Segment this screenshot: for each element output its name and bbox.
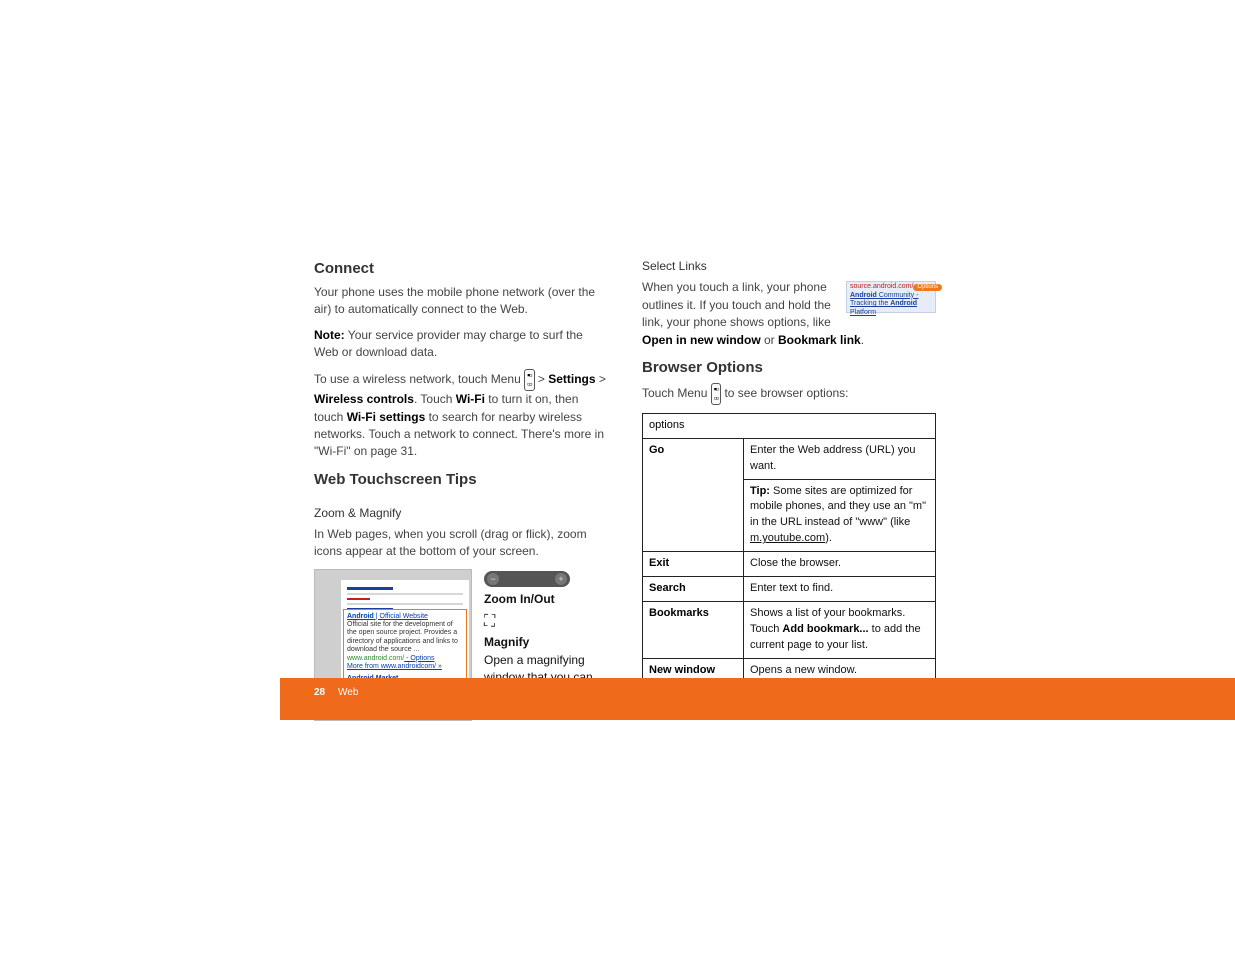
sel-or: or — [761, 333, 778, 347]
callout-zoom-title: Zoom In/Out — [484, 591, 594, 608]
opt-name-bookmarks: Bookmarks — [643, 602, 744, 659]
thumb-b1: Android — [850, 292, 877, 299]
note-label: Note: — [314, 328, 345, 342]
thumb-row-1: source.android.com/ Options — [850, 283, 932, 291]
zoom-pill-icon: − + — [484, 571, 570, 587]
heading-tips: Web Touchscreen Tips — [314, 469, 608, 491]
opt-desc-bookmarks: Shows a list of your bookmarks. Touch Ad… — [744, 602, 936, 659]
tip-link: m.youtube.com — [750, 532, 825, 544]
sel-pre: When you touch a link, your phone outlin… — [642, 280, 831, 329]
bookmark-link-label: Bookmark link — [778, 333, 861, 347]
callout-magnify-title: Magnify — [484, 634, 594, 651]
para-zoom: In Web pages, when you scroll (drag or f… — [314, 526, 608, 561]
wifi-gt: > — [535, 372, 549, 386]
heading-connect: Connect — [314, 258, 608, 280]
wifi-gt2: > — [596, 372, 606, 386]
link-thumbnail: source.android.com/ Options Android Comm… — [846, 281, 936, 313]
para-connect: Your phone uses the mobile phone network… — [314, 284, 608, 319]
result-url: www.android.com/ — [347, 655, 404, 662]
right-column: Select Links source.android.com/ Options… — [642, 258, 936, 721]
opt-desc-search: Enter text to find. — [744, 577, 936, 602]
thumb-options-pill: Options — [913, 284, 942, 291]
left-column: Connect Your phone uses the mobile phone… — [314, 258, 608, 721]
result-more: More from www.androidcom/ » — [347, 663, 463, 671]
thumb-b2: Android — [890, 300, 917, 307]
thumb-row-2: Android Community - Tracking the Android… — [850, 292, 932, 317]
wireless-controls-label: Wireless controls — [314, 392, 414, 406]
para-note: Note: Your service provider may charge t… — [314, 327, 608, 362]
menu-icon: ▪▫▫▫ — [524, 369, 534, 391]
zoom-in-icon: + — [555, 573, 567, 585]
opt-pre: Touch Menu — [642, 386, 711, 400]
table-row: Search Enter text to find. — [643, 577, 936, 602]
wifi-settings-label: Wi-Fi settings — [347, 410, 426, 424]
para-wifi: To use a wireless network, touch Menu ▪▫… — [314, 369, 608, 461]
result-title-2: | Official Website — [374, 613, 428, 620]
tip-text: Some sites are optimized for mobile phon… — [750, 485, 926, 529]
section-name: Web — [338, 686, 358, 701]
page-number: 28 — [314, 686, 325, 701]
result-snippet: Official site for the development of the… — [347, 621, 463, 655]
table-row: Bookmarks Shows a list of your bookmarks… — [643, 602, 936, 659]
magnify-icon: ⛶ — [484, 614, 500, 630]
tip-label: Tip: — [750, 485, 770, 497]
tip-end: ). — [825, 532, 832, 544]
settings-label: Settings — [548, 372, 595, 386]
result-title-1: Android — [347, 613, 374, 620]
thumb-url: source.android.com/ — [850, 283, 913, 291]
thumb-t3: Platform — [850, 309, 876, 316]
zoom-out-icon: − — [487, 573, 499, 585]
bm-bold: Add bookmark... — [782, 623, 868, 635]
opt-name-search: Search — [643, 577, 744, 602]
opt-desc-exit: Close the browser. — [744, 552, 936, 577]
page-footer: 28 Web — [280, 678, 1235, 720]
options-table: options Go Enter the Web address (URL) y… — [642, 413, 936, 709]
highlighted-result: Android | Official Website Official site… — [343, 609, 467, 688]
menu-icon: ▪▫▫▫ — [711, 383, 721, 405]
table-header-row: options — [643, 413, 936, 438]
result-options: - Options — [404, 655, 434, 662]
heading-browser-options: Browser Options — [642, 357, 936, 379]
opt-name-go: Go — [643, 438, 744, 552]
heading-select-links: Select Links — [642, 258, 936, 275]
wifi-label: Wi-Fi — [456, 392, 485, 406]
opt-post: to see browser options: — [721, 386, 848, 400]
phone-inner: Android | Official Website Official site… — [341, 580, 469, 690]
content-columns: Connect Your phone uses the mobile phone… — [314, 258, 936, 721]
opt-name-exit: Exit — [643, 552, 744, 577]
table-row: Go Enter the Web address (URL) you want. — [643, 438, 936, 479]
wifi-pre: To use a wireless network, touch Menu — [314, 372, 524, 386]
table-row: Exit Close the browser. — [643, 552, 936, 577]
note-text: Your service provider may charge to surf… — [314, 328, 583, 359]
table-header: options — [643, 413, 936, 438]
manual-page: Connect Your phone uses the mobile phone… — [0, 0, 1235, 954]
heading-zoom: Zoom & Magnify — [314, 505, 608, 522]
para-options-intro: Touch Menu ▪▫▫▫ to see browser options: — [642, 383, 936, 405]
open-new-window-label: Open in new window — [642, 333, 761, 347]
opt-tip-go: Tip: Some sites are optimized for mobile… — [744, 479, 936, 552]
wifi-mid: . Touch — [414, 392, 456, 406]
sel-end: . — [861, 333, 864, 347]
opt-desc-go: Enter the Web address (URL) you want. — [744, 438, 936, 479]
